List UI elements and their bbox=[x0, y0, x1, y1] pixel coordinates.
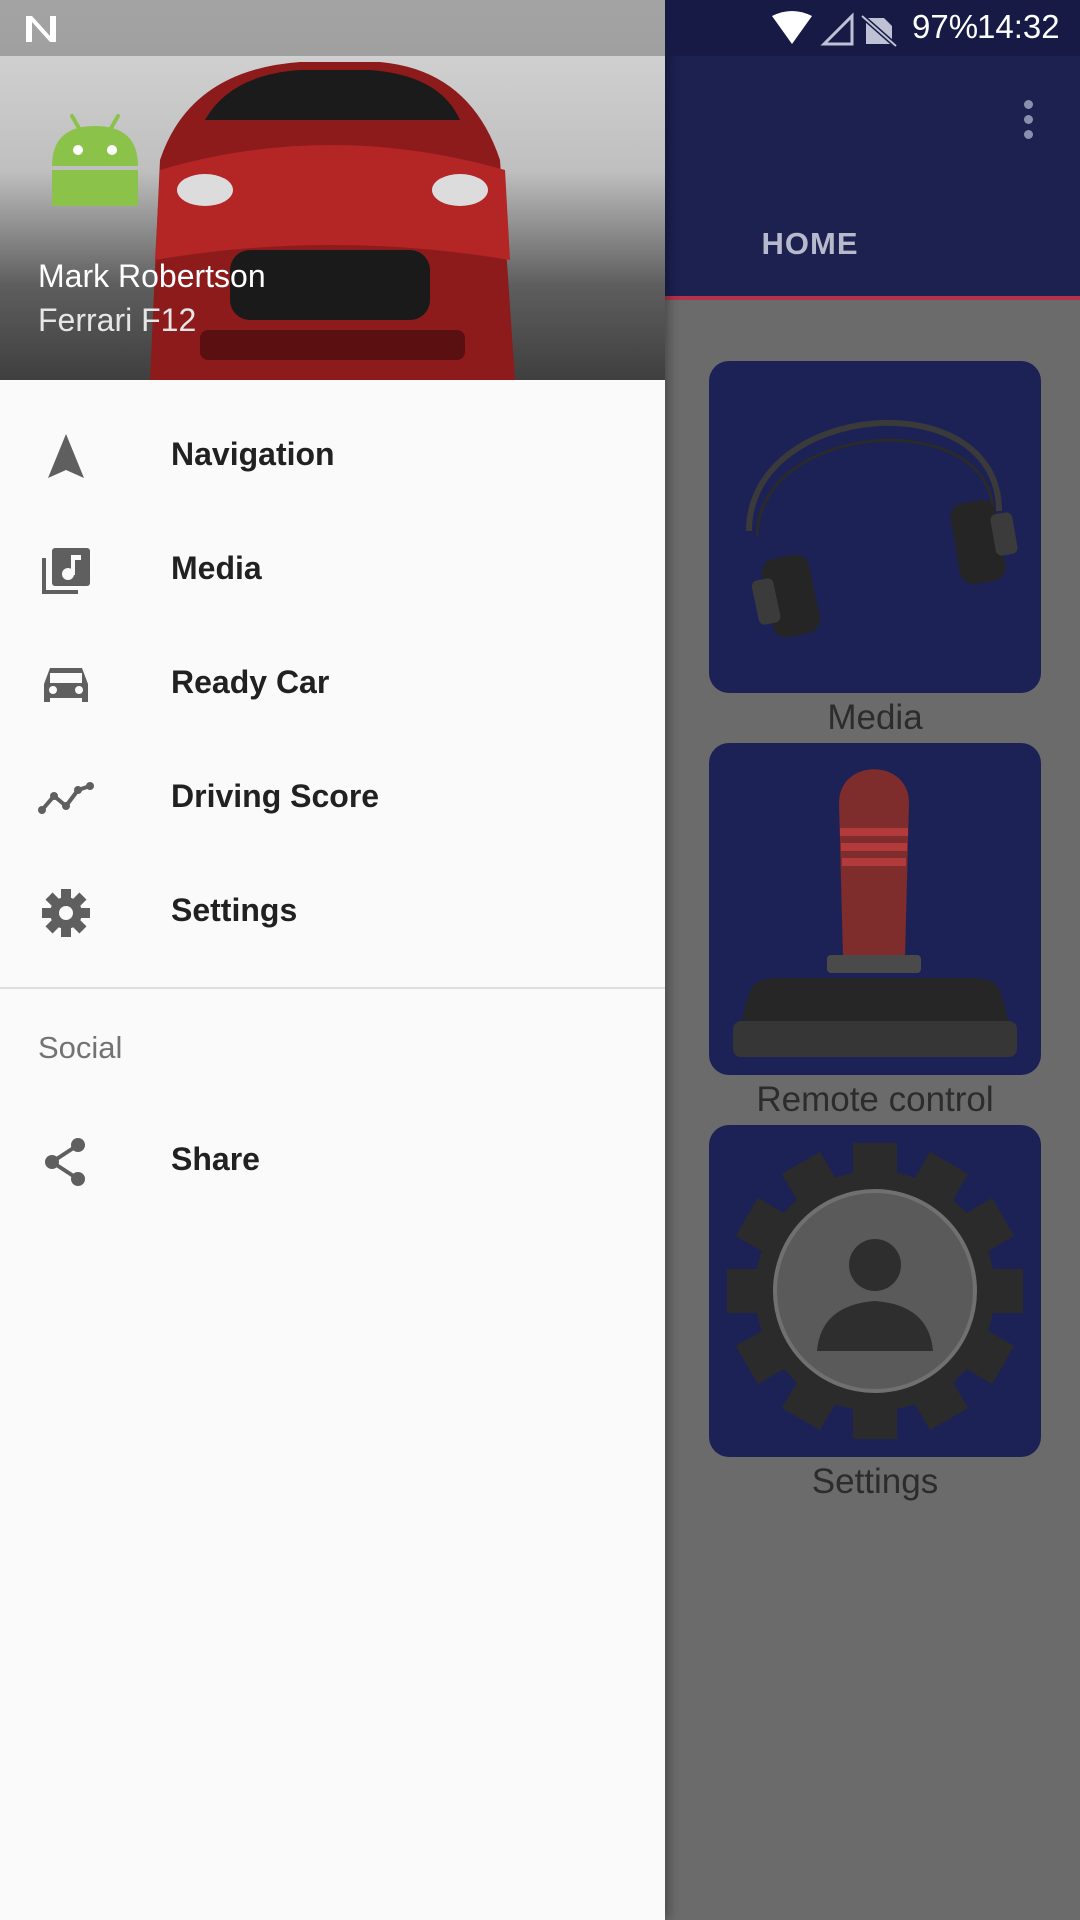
car-icon bbox=[44, 668, 88, 702]
navigation-arrow-icon bbox=[48, 434, 84, 478]
headphones-icon bbox=[746, 420, 1018, 638]
media-tile-label: Media bbox=[827, 698, 923, 737]
battery-percent: 97% bbox=[912, 8, 979, 45]
drawer-item-label: Driving Score bbox=[171, 778, 380, 814]
wifi-icon bbox=[772, 11, 812, 44]
car-name: Ferrari F12 bbox=[38, 302, 197, 338]
drawer-item-label: Share bbox=[171, 1141, 260, 1177]
drawer-item-label: Ready Car bbox=[171, 664, 330, 700]
drawer-header: Mark Robertson Ferrari F12 bbox=[0, 0, 665, 380]
settings-tile-label: Settings bbox=[811, 1462, 939, 1501]
section-header-social: Social bbox=[38, 1030, 123, 1065]
clock: 14:32 bbox=[977, 8, 1060, 45]
signal-icon bbox=[820, 12, 854, 46]
drawer-divider bbox=[0, 987, 665, 989]
joystick-icon bbox=[733, 769, 1017, 1057]
share-icon bbox=[45, 1138, 85, 1186]
status-bar: 97% 14:32 bbox=[0, 0, 1080, 56]
drawer-item-settings[interactable]: Settings bbox=[0, 856, 665, 970]
drawer-item-ready-car[interactable]: Ready Car bbox=[0, 628, 665, 742]
gear-profile-icon bbox=[727, 1143, 1023, 1439]
tab-home[interactable]: HOME bbox=[720, 226, 900, 262]
drawer-item-navigation[interactable]: Navigation bbox=[0, 400, 665, 514]
gear-icon bbox=[42, 889, 90, 937]
drawer-item-driving-score[interactable]: Driving Score bbox=[0, 742, 665, 856]
remote-control-tile[interactable] bbox=[709, 743, 1041, 1075]
drawer-item-share[interactable]: Share bbox=[0, 1105, 665, 1219]
drawer-item-media[interactable]: Media bbox=[0, 514, 665, 628]
drawer-item-label: Settings bbox=[171, 892, 298, 928]
trending-line-icon bbox=[38, 782, 94, 814]
drawer-item-label: Navigation bbox=[171, 436, 335, 472]
drawer-item-label: Media bbox=[171, 550, 262, 586]
media-tile[interactable] bbox=[709, 361, 1041, 693]
settings-tile[interactable] bbox=[709, 1125, 1041, 1457]
remote-control-tile-label: Remote control bbox=[756, 1080, 994, 1119]
user-name: Mark Robertson bbox=[38, 258, 266, 294]
navigation-drawer: Mark Robertson Ferrari F12 Navigation Me… bbox=[0, 0, 665, 1920]
no-sim-icon bbox=[860, 14, 898, 48]
overflow-menu-icon[interactable] bbox=[1015, 100, 1041, 150]
n-notification-icon bbox=[26, 16, 56, 42]
media-library-icon bbox=[42, 548, 90, 594]
android-avatar-icon[interactable] bbox=[48, 110, 142, 206]
